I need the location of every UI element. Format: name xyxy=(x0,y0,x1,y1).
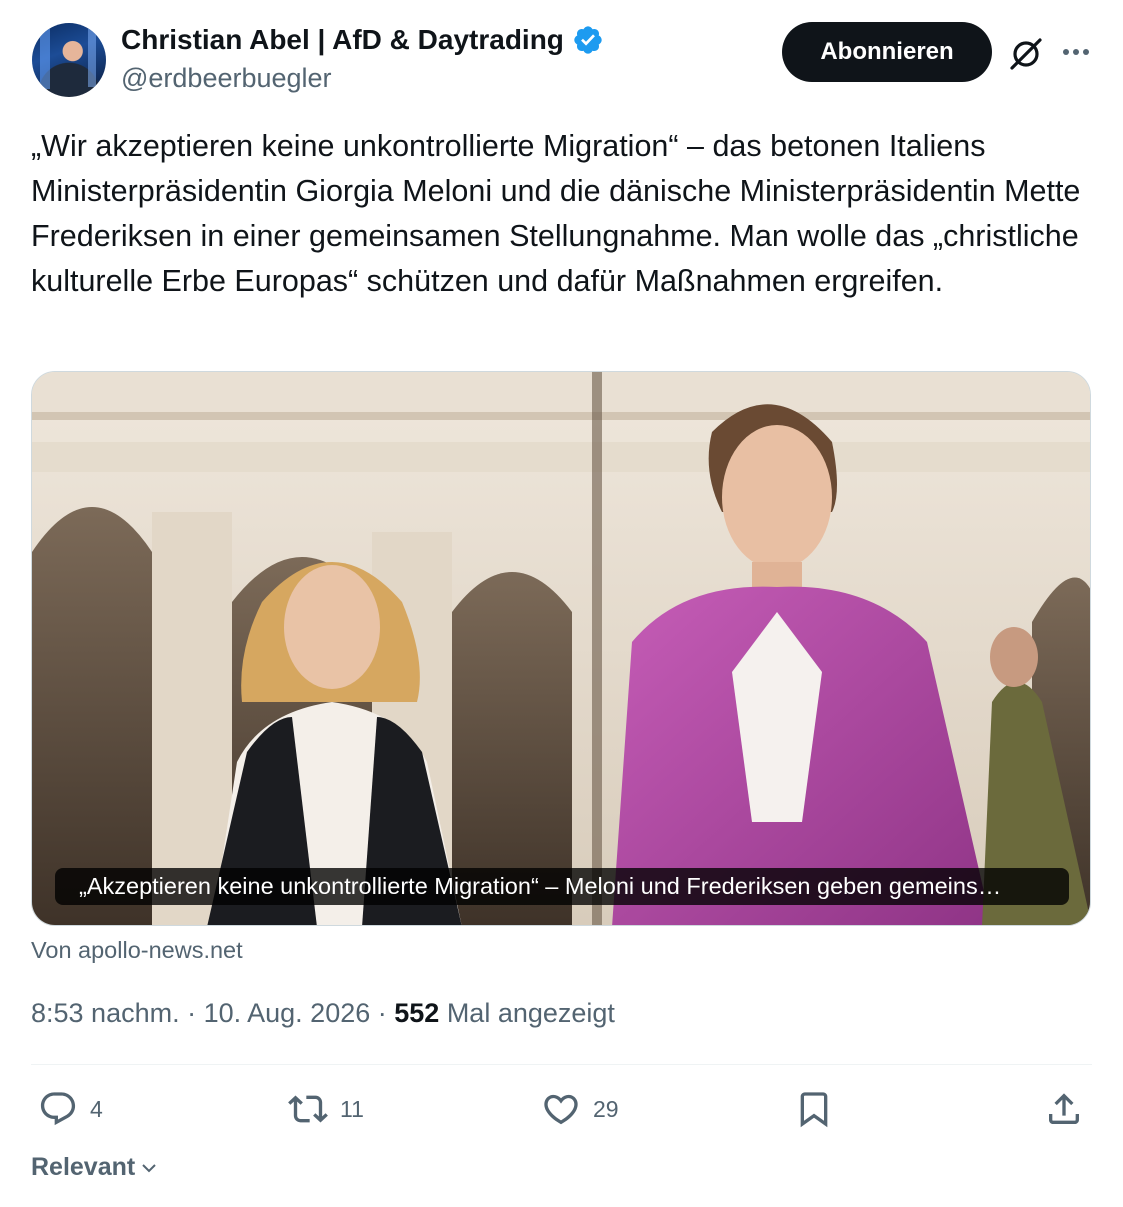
divider xyxy=(31,1064,1092,1065)
reply-count: 4 xyxy=(90,1095,103,1122)
repost-button[interactable]: 11 xyxy=(288,1089,364,1129)
like-count: 29 xyxy=(593,1095,619,1122)
link-source[interactable]: Von apollo-news.net xyxy=(31,937,243,964)
sort-replies-dropdown[interactable]: Relevant xyxy=(31,1153,159,1182)
tweet-text: „Wir akzeptieren keine unkontrollierte M… xyxy=(31,129,1081,298)
avatar[interactable] xyxy=(32,23,106,97)
tweet-time[interactable]: 8:53 nachm. xyxy=(31,998,180,1028)
like-button[interactable]: 29 xyxy=(541,1089,619,1129)
author-handle[interactable]: @erdbeerbuegler xyxy=(121,63,332,94)
tweet-date[interactable]: 10. Aug. 2026 xyxy=(204,998,371,1028)
bookmark-button[interactable] xyxy=(794,1089,834,1129)
grok-icon[interactable] xyxy=(1007,35,1045,73)
heart-icon xyxy=(544,1094,578,1125)
views-count: 552 xyxy=(394,998,440,1028)
share-icon xyxy=(1049,1093,1079,1124)
repost-icon xyxy=(288,1095,328,1123)
chevron-down-icon xyxy=(142,1163,156,1172)
more-options-icon[interactable] xyxy=(1058,36,1094,68)
author-name-row[interactable]: Christian Abel | AfD & Daytrading xyxy=(121,24,604,56)
tweet-meta: 8:53 nachm. · 10. Aug. 2026 · 552 Mal an… xyxy=(31,998,615,1029)
sort-label: Relevant xyxy=(31,1153,136,1181)
meta-separator: · xyxy=(179,998,204,1028)
news-photo xyxy=(32,372,1090,925)
verified-badge-icon xyxy=(574,26,602,54)
views-label: Mal angezeigt xyxy=(439,998,615,1028)
bookmark-icon xyxy=(800,1092,828,1128)
link-card-image[interactable] xyxy=(31,371,1091,926)
meta-separator-2: · xyxy=(370,998,395,1028)
reply-icon xyxy=(40,1092,76,1126)
reply-button[interactable]: 4 xyxy=(38,1089,103,1129)
share-button[interactable] xyxy=(1044,1089,1084,1129)
link-card-caption[interactable]: „Akzeptieren keine unkontrollierte Migra… xyxy=(55,868,1069,905)
repost-count: 11 xyxy=(340,1095,364,1122)
follow-button[interactable]: Abonnieren xyxy=(782,22,992,82)
author-name[interactable]: Christian Abel | AfD & Daytrading xyxy=(121,24,564,56)
